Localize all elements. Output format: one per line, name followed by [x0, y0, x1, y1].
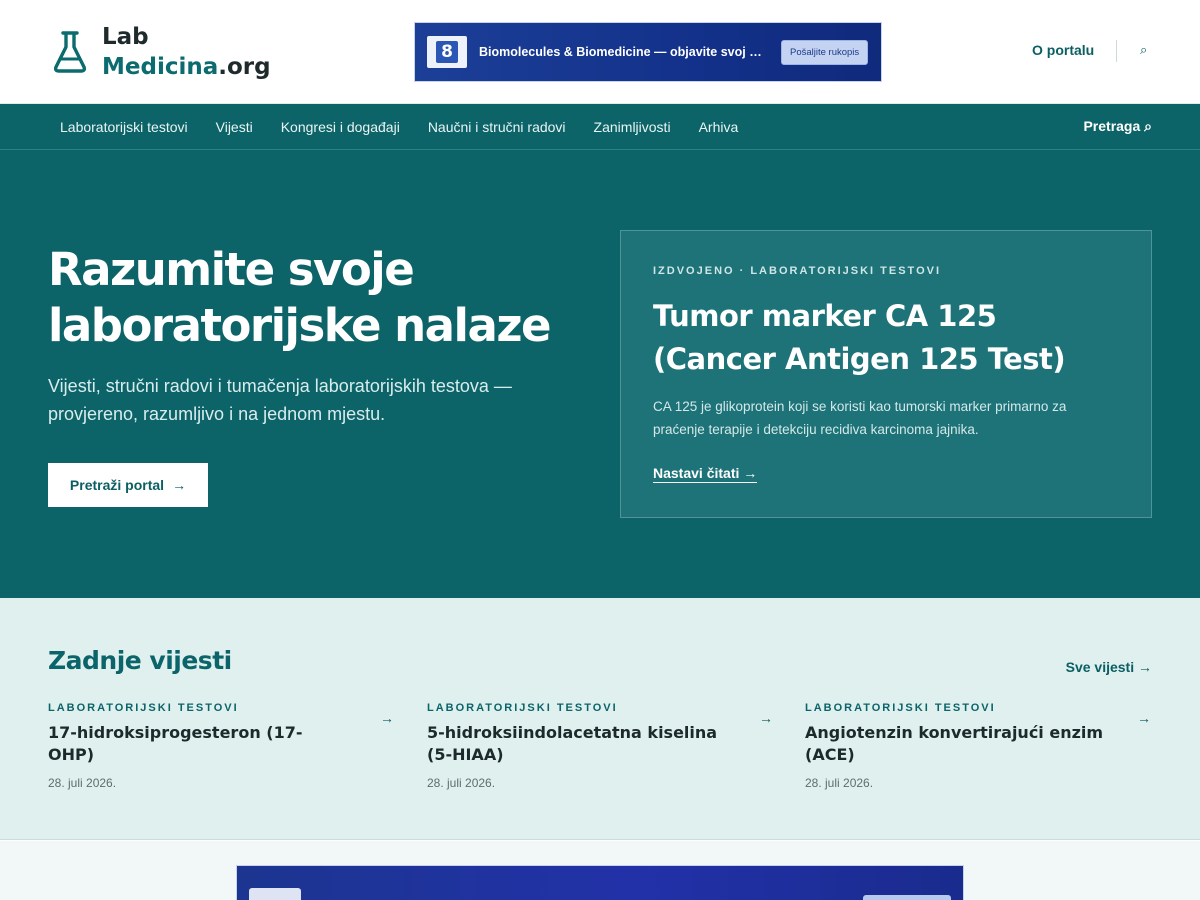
continue-reading-link[interactable]: Nastavi čitati → [653, 465, 758, 483]
hero-section: Razumite svoje laboratorijske nalaze Vij… [0, 150, 1200, 598]
all-news-link[interactable]: Sve vijesti → [1066, 659, 1152, 675]
journal-badge-icon: 8 [427, 36, 467, 68]
news-category[interactable]: LABORATORIJSKI TESTOVI [48, 702, 394, 714]
nav-item-lab-tests[interactable]: Laboratorijski testovi [60, 119, 188, 135]
flask-icon [52, 29, 88, 75]
top-ad-banner[interactable]: 8 Biomolecules & Biomedicine — objavite … [414, 22, 882, 82]
search-portal-button-label: Pretraži portal [69, 477, 165, 493]
news-item[interactable]: LABORATORIJSKI TESTOVI 5-hidroksiindolac… [427, 702, 773, 790]
nav-item-congresses[interactable]: Kongresi i događaji [281, 119, 400, 135]
arrow-right-icon[interactable]: → [1137, 710, 1151, 726]
bottom-ad-area [0, 841, 1200, 900]
news-category[interactable]: LABORATORIJSKI TESTOVI [805, 702, 1151, 714]
main-nav: Laboratorijski testovi Vijesti Kongresi … [0, 104, 1200, 150]
latest-news-section: Zadnje vijesti Sve vijesti → LABORATORIJ… [0, 598, 1200, 840]
nav-item-curiosities[interactable]: Zanimljivosti [594, 119, 671, 135]
arrow-right-icon: → [172, 477, 187, 493]
arrow-right-icon[interactable]: → [380, 710, 394, 726]
news-item[interactable]: LABORATORIJSKI TESTOVI Angiotenzin konve… [805, 702, 1151, 790]
news-date: 28. juli 2026. [805, 776, 874, 790]
news-title[interactable]: Angiotenzin konvertirajući enzim (ACE) [805, 722, 1105, 766]
logo-text-suffix: .org [218, 54, 271, 80]
featured-description: CA 125 je glikoprotein koji se koristi k… [653, 399, 1067, 437]
search-icon[interactable]: ⌕ [1140, 42, 1147, 58]
news-date: 28. juli 2026. [427, 776, 496, 790]
bottom-ad-banner[interactable] [236, 865, 964, 900]
nav-search-link[interactable]: Pretraga ⌕ [1083, 118, 1152, 135]
logo-text-main: Medicina [102, 54, 219, 80]
header-divider [1116, 40, 1117, 62]
news-title[interactable]: 5-hidroksiindolacetatna kiselina (5-HIAA… [427, 722, 727, 766]
journal-badge-icon [249, 888, 301, 900]
news-title[interactable]: 17-hidroksiprogesteron (17-OHP) [48, 722, 348, 766]
arrow-right-icon[interactable]: → [759, 710, 773, 726]
journal-badge-number: 8 [436, 41, 458, 63]
about-portal-link[interactable]: O portalu [1032, 42, 1094, 58]
site-header: Lab Medicina.org 8 Biomolecules & Biomed… [0, 0, 1200, 104]
news-item[interactable]: LABORATORIJSKI TESTOVI 17-hidroksiproges… [48, 702, 394, 790]
search-portal-button[interactable]: Pretraži portal → [48, 463, 208, 507]
featured-tag: IZDVOJENO · LABORATORIJSKI TESTOVI [653, 265, 942, 277]
logo-text-lab: Lab [102, 24, 149, 50]
submit-manuscript-button[interactable]: Pošaljite rukopis [781, 39, 869, 65]
latest-news-heading: Zadnje vijesti [48, 646, 232, 675]
news-date: 28. juli 2026. [48, 776, 117, 790]
news-category[interactable]: LABORATORIJSKI TESTOVI [427, 702, 773, 714]
hero-subtitle: Vijesti, stručni radovi i tumačenja labo… [48, 376, 512, 424]
featured-article-card[interactable]: IZDVOJENO · LABORATORIJSKI TESTOVI Tumor… [620, 230, 1152, 518]
banner-text: Biomolecules & Biomedicine — objavite sv… [479, 45, 762, 59]
hero-title: Razumite svoje laboratorijske nalaze [48, 243, 552, 352]
nav-item-archive[interactable]: Arhiva [699, 119, 739, 135]
logo-text-medicina: Medicina.org [102, 52, 271, 82]
site-logo[interactable]: Lab Medicina.org [52, 22, 271, 82]
featured-title[interactable]: Tumor marker CA 125 (Cancer Antigen 125 … [653, 295, 1123, 381]
bottom-banner-button[interactable] [863, 895, 951, 900]
nav-item-news[interactable]: Vijesti [216, 119, 253, 135]
nav-item-papers[interactable]: Naučni i stručni radovi [428, 119, 566, 135]
